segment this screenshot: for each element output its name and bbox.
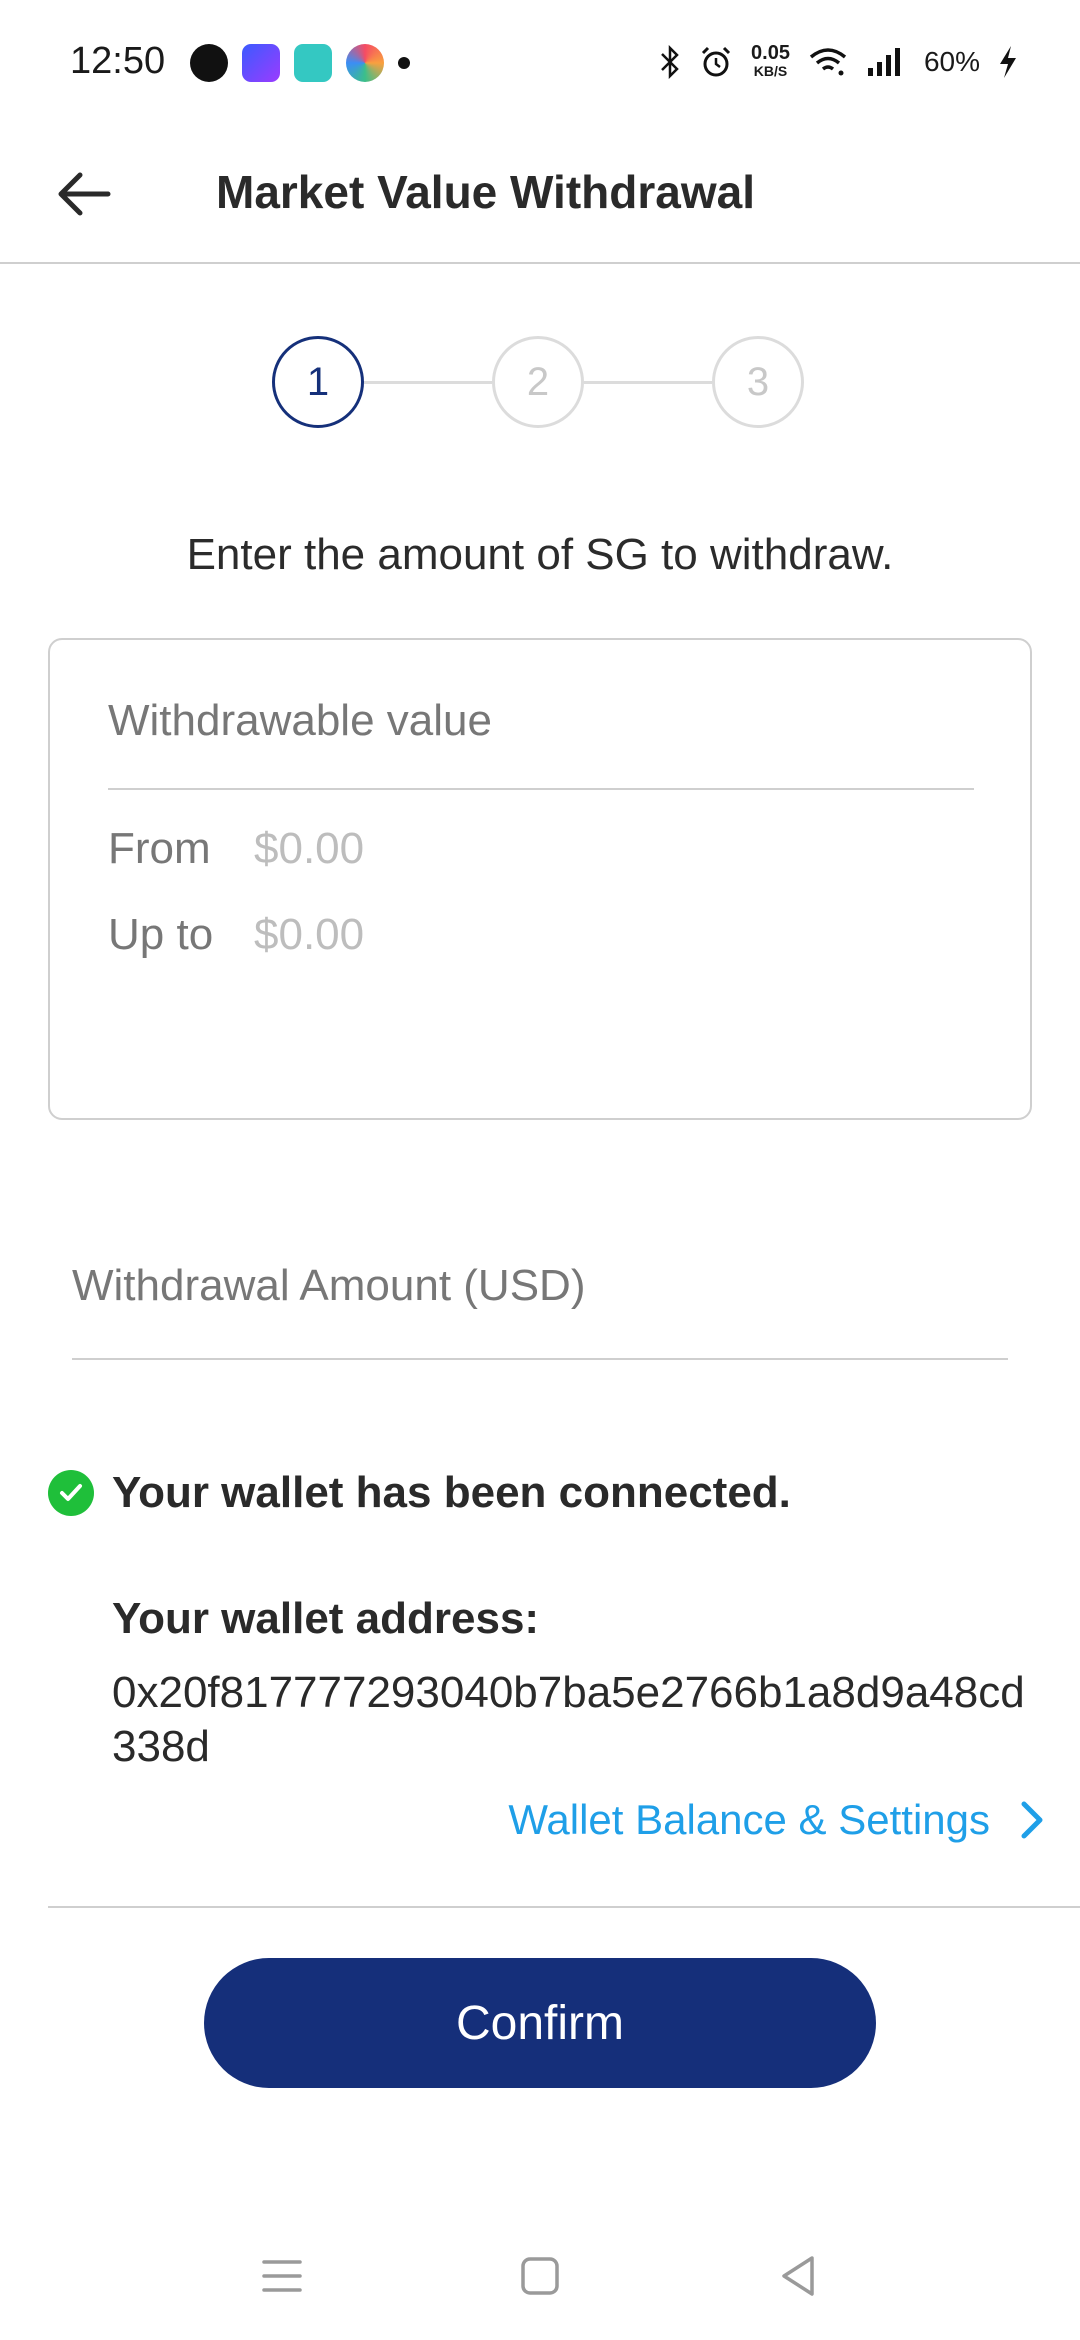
network-speed: 0.05 KB/S [751, 42, 790, 80]
instruction-text: Enter the amount of SG to withdraw. [186, 530, 894, 579]
stepper-connector [364, 381, 492, 384]
messenger-icon [190, 44, 228, 82]
calendar-app-icon [242, 44, 280, 82]
wallet-settings-link-label: Wallet Balance & Settings [508, 1796, 990, 1843]
footer-divider [48, 1906, 1080, 1908]
back-nav-button[interactable] [768, 2246, 828, 2306]
signal-icon [867, 48, 900, 76]
chevron-right-icon [1021, 1801, 1043, 1839]
notification-icons [190, 44, 410, 82]
wallet-settings-link[interactable]: Wallet Balance & Settings [508, 1796, 1044, 1844]
card-divider [108, 788, 974, 790]
check-circle-icon [48, 1470, 94, 1516]
min-value-label: From [108, 824, 211, 873]
back-button[interactable] [48, 158, 120, 230]
system-navigation-bar [0, 2226, 1080, 2326]
arrow-left-icon [58, 172, 111, 216]
network-speed-value: 0.05 [751, 42, 790, 64]
status-time: 12:50 [70, 40, 166, 82]
withdrawable-title: Withdrawable value [108, 696, 492, 745]
app-header: Market Value Withdrawal [0, 130, 1080, 264]
min-value: $0.00 [254, 824, 365, 873]
withdrawal-amount-input[interactable] [72, 1240, 1008, 1360]
teal-app-icon [294, 44, 332, 82]
wifi-icon [809, 48, 847, 76]
page-title: Market Value Withdrawal [216, 166, 755, 218]
step-1: 1 [272, 336, 364, 428]
alarm-icon [701, 46, 731, 77]
min-value-row: From $0.00 [108, 824, 364, 874]
max-value-label: Up to [108, 910, 214, 959]
step-3: 3 [712, 336, 804, 428]
progress-stepper: 1 2 3 [272, 336, 808, 432]
bluetooth-icon [661, 45, 679, 79]
battery-level: 60% [923, 46, 980, 77]
wallet-address: 0x20f817777293040b7ba5e2766b1a8d9a48cd33… [112, 1668, 1025, 1771]
withdrawable-value-card: Withdrawable value From $0.00 Up to $0.0… [48, 638, 1032, 1120]
home-square-icon [521, 2257, 559, 2295]
system-status: 0.05 KB/S 60% [659, 42, 1018, 80]
network-speed-unit: KB/S [753, 63, 788, 79]
stepper-connector [584, 381, 712, 384]
menu-icon [262, 2260, 302, 2292]
charging-icon [1000, 46, 1016, 78]
confirm-button[interactable]: Confirm [204, 1958, 876, 2088]
status-bar: 12:50 0.05 KB/S 60% [0, 0, 1080, 130]
wallet-address-label: Your wallet address: [112, 1594, 540, 1643]
menu-nav-button[interactable] [252, 2246, 312, 2306]
step-2: 2 [492, 336, 584, 428]
wallet-connected-text: Your wallet has been connected. [112, 1468, 791, 1517]
more-notifications-dot-icon [398, 57, 410, 69]
wallet-status: Your wallet has been connected. [48, 1468, 791, 1518]
home-nav-button[interactable] [510, 2246, 570, 2306]
back-triangle-icon [782, 2256, 814, 2296]
max-value-row: Up to $0.00 [108, 910, 364, 960]
max-value: $0.00 [254, 910, 365, 959]
colorful-app-icon [346, 44, 384, 82]
